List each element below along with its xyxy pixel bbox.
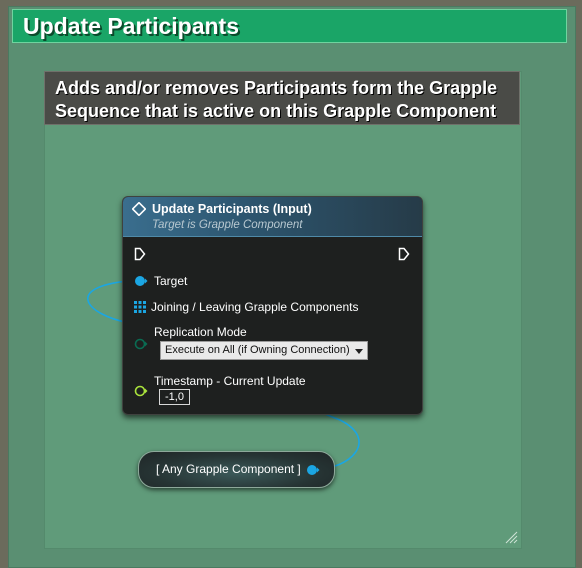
replication-mode-dropdown[interactable]: Execute on All (if Owning Connection) — [160, 341, 368, 360]
timestamp-pin-label: Timestamp - Current Update — [154, 374, 306, 388]
timestamp-pin-icon[interactable] — [134, 385, 148, 397]
node-title: Update Participants (Input) — [152, 202, 312, 216]
get-node-label: [ Any Grapple Component ] — [156, 462, 301, 476]
exec-in-pin-icon[interactable] — [134, 247, 146, 261]
inner-comment-title: Adds and/or removes Participants form th… — [55, 78, 498, 121]
outer-comment-title: Update Participants — [23, 13, 239, 39]
components-pin-label: Joining / Leaving Grapple Components — [151, 300, 359, 314]
target-pin-label: Target — [154, 274, 188, 288]
timestamp-input[interactable]: -1,0 — [159, 389, 190, 405]
node-header[interactable]: Update Participants (Input) Target is Gr… — [123, 197, 422, 237]
outer-comment-header[interactable]: Update Participants — [12, 9, 567, 43]
target-pin-icon[interactable] — [134, 275, 148, 287]
output-pin-icon[interactable] — [306, 464, 320, 476]
any-grapple-component-node[interactable]: [ Any Grapple Component ] — [138, 451, 335, 488]
replication-mode-value: Execute on All (if Owning Connection) — [165, 344, 350, 356]
replication-pin-label: Replication Mode — [154, 325, 247, 339]
resize-grip-icon[interactable] — [504, 530, 518, 544]
update-participants-node[interactable]: Update Participants (Input) Target is Gr… — [122, 196, 423, 415]
inner-comment-header[interactable]: Adds and/or removes Participants form th… — [44, 71, 520, 125]
array-pin-icon[interactable] — [134, 301, 146, 313]
replication-pin-icon[interactable] — [134, 338, 148, 350]
exec-out-pin-icon[interactable] — [398, 247, 410, 261]
node-subtitle: Target is Grapple Component — [152, 219, 303, 231]
chevron-down-icon — [355, 349, 363, 354]
function-icon — [132, 202, 146, 216]
